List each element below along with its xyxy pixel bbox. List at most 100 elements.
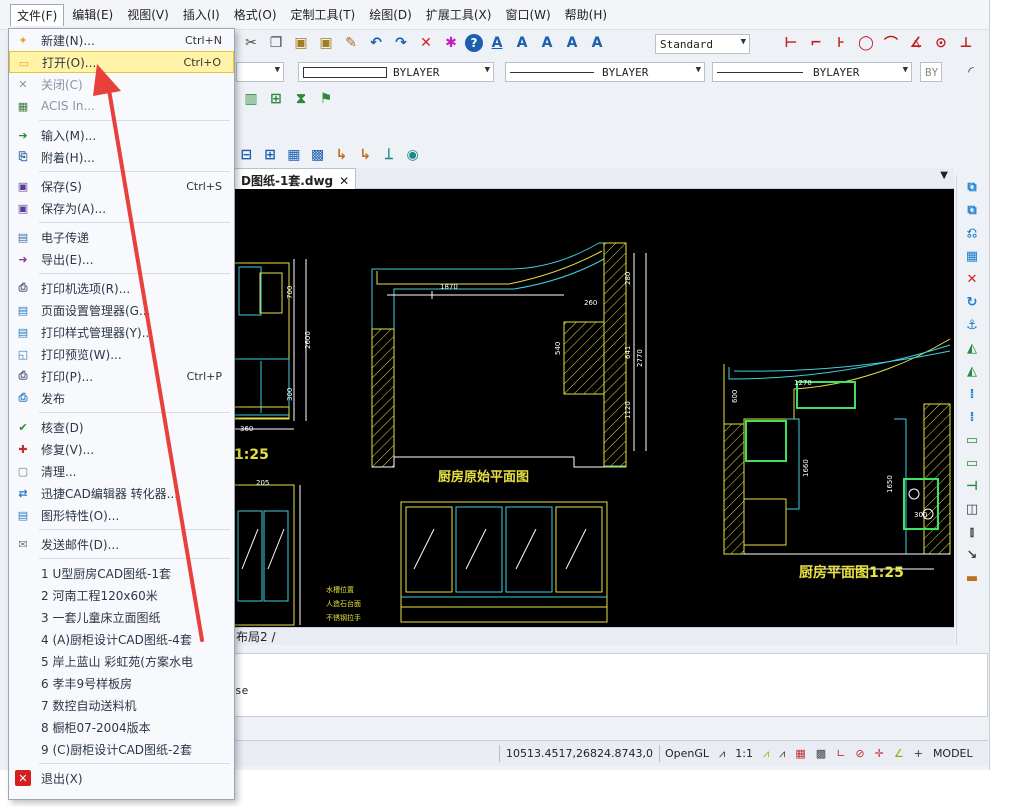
copy-object-icon[interactable]: ⧉ bbox=[960, 176, 984, 198]
lineweight-display-icon[interactable]: + bbox=[909, 747, 928, 760]
command-window[interactable]: se bbox=[234, 653, 988, 717]
break-icon[interactable]: ⫾ bbox=[960, 521, 984, 543]
anchor-icon[interactable]: ⚓ bbox=[960, 314, 984, 336]
file-menu-item[interactable]: ✔ 核查(D) bbox=[9, 416, 234, 438]
file-menu-item[interactable]: ▤ 打印样式管理器(Y)... bbox=[9, 321, 234, 343]
undo-icon[interactable]: ↶ bbox=[365, 32, 387, 54]
view-3d-icon[interactable]: ⟘ bbox=[379, 144, 400, 166]
close-tab-icon[interactable]: ✕ bbox=[339, 174, 349, 188]
text-edit-icon[interactable]: A bbox=[536, 32, 558, 54]
menu-item[interactable]: 视图(V) bbox=[121, 4, 175, 25]
offset-icon[interactable]: ⎌ bbox=[960, 222, 984, 244]
dim-linear-icon[interactable]: ⊢ bbox=[780, 32, 802, 54]
color-combo[interactable]: BYLAYER ▼ bbox=[298, 62, 494, 82]
stretch-icon[interactable]: ▭ bbox=[960, 452, 984, 474]
dim-radius-icon[interactable]: ◯ bbox=[855, 32, 877, 54]
path-array-icon[interactable]: ⁞ bbox=[960, 406, 984, 428]
purge-tool-icon[interactable]: ✱ bbox=[440, 32, 462, 54]
file-menu-item[interactable]: ▣ 保存(S) Ctrl+S bbox=[9, 175, 234, 197]
grid-d-icon[interactable]: ▩ bbox=[307, 144, 328, 166]
model-space-toggle[interactable]: MODEL bbox=[928, 747, 978, 760]
recent-file-item[interactable]: 6 孝丰9号样板房 bbox=[9, 672, 234, 694]
recent-file-item[interactable]: 4 (A)厨柜设计CAD图纸-4套 bbox=[9, 628, 234, 650]
file-menu-item[interactable]: ✉ 发送邮件(D)... bbox=[9, 533, 234, 555]
annotation-scale[interactable]: 1:1 bbox=[730, 747, 758, 760]
rotate-icon[interactable]: ↻ bbox=[960, 291, 984, 313]
dim-ordinate-icon[interactable]: ⊦ bbox=[830, 32, 852, 54]
paste-special-icon[interactable]: ▣ bbox=[315, 32, 337, 54]
recent-file-item[interactable]: 3 一套儿童床立面图纸 bbox=[9, 606, 234, 628]
opengl-toggle[interactable]: OpenGL bbox=[660, 747, 714, 760]
menu-item[interactable]: 帮助(H) bbox=[559, 4, 613, 25]
text-style-combo[interactable]: Standard ▼ bbox=[655, 34, 750, 54]
table-icon[interactable]: ▥ bbox=[240, 88, 262, 110]
drawing-canvas[interactable]: 厨房原始平面图 厨房平面图1:25 1:25 1870 260 280 540 641 2770… bbox=[234, 189, 954, 627]
otrack-icon[interactable]: ∠ bbox=[889, 747, 909, 760]
file-menu-item[interactable]: ▢ 清理... bbox=[9, 460, 234, 482]
text-icon[interactable]: A bbox=[511, 32, 533, 54]
auto-scale-icon[interactable]: ⩘ bbox=[774, 747, 790, 761]
file-menu-item[interactable]: ⇄ 迅捷CAD编辑器 转化器... bbox=[9, 482, 234, 504]
plot-style-combo[interactable]: BY bbox=[920, 62, 942, 82]
ucs-world-icon[interactable]: ↳ bbox=[355, 144, 376, 166]
flag-icon[interactable]: ⚑ bbox=[315, 88, 337, 110]
recent-file-item[interactable]: 7 数控自动送料机 bbox=[9, 694, 234, 716]
file-menu-item[interactable]: ✦ 新建(N)... Ctrl+N bbox=[9, 29, 234, 51]
file-menu-item[interactable]: ▭ 打开(O)... Ctrl+O bbox=[9, 51, 234, 73]
mirror-icon[interactable]: ◭ bbox=[960, 337, 984, 359]
file-menu-item[interactable]: ⎙ 发布 bbox=[9, 387, 234, 409]
recent-file-item[interactable]: 5 岸上蓝山 彩虹苑(方案水电 bbox=[9, 650, 234, 672]
menu-item[interactable]: 编辑(E) bbox=[66, 4, 119, 25]
paste-icon[interactable]: ▣ bbox=[290, 32, 312, 54]
dim-angular-icon[interactable]: ∡ bbox=[905, 32, 927, 54]
match-properties-icon[interactable]: ✎ bbox=[340, 32, 362, 54]
dim-arc-icon[interactable]: ⌒ bbox=[880, 32, 902, 54]
exit-menu-item[interactable]: ✕ 退出(X) bbox=[9, 767, 234, 789]
annotation-visibility-icon[interactable]: ⩘ bbox=[758, 747, 774, 761]
recent-file-item[interactable]: 9 (C)厨柜设计CAD图纸-2套 bbox=[9, 738, 234, 760]
menu-item[interactable]: 定制工具(T) bbox=[285, 4, 362, 25]
menu-item[interactable]: 窗口(W) bbox=[499, 4, 556, 25]
array-icon[interactable]: ▦ bbox=[960, 245, 984, 267]
ortho-icon[interactable]: ∟ bbox=[831, 747, 850, 760]
linetype-combo[interactable]: BYLAYER ▼ bbox=[505, 62, 705, 82]
grid-icon[interactable]: ▩ bbox=[811, 747, 831, 760]
file-menu-item[interactable]: ◱ 打印预览(W)... bbox=[9, 343, 234, 365]
file-menu-item[interactable]: ➔ 输入(M)... bbox=[9, 124, 234, 146]
snap-icon[interactable]: ▦ bbox=[790, 747, 810, 760]
erase-icon[interactable]: ✕ bbox=[960, 268, 984, 290]
file-menu-item[interactable]: ▤ 页面设置管理器(G... bbox=[9, 299, 234, 321]
file-menu-item[interactable]: ⎙ 打印机选项(R)... bbox=[9, 277, 234, 299]
file-menu-item[interactable]: ✚ 修复(V)... bbox=[9, 438, 234, 460]
render-icon[interactable]: ◉ bbox=[402, 144, 423, 166]
tab-list-icon[interactable]: ▼ bbox=[940, 170, 948, 181]
dim-baseline-icon[interactable]: ⊥ bbox=[955, 32, 977, 54]
file-menu-item[interactable]: ▣ 保存为(A)... bbox=[9, 197, 234, 219]
text-find-icon[interactable]: A bbox=[561, 32, 583, 54]
menu-item[interactable]: 文件(F) bbox=[10, 3, 65, 26]
extrude-icon[interactable]: ◫ bbox=[960, 498, 984, 520]
recent-file-item[interactable]: 2 河南工程120x60米 bbox=[9, 584, 234, 606]
ucs-icon[interactable]: ↳ bbox=[331, 144, 352, 166]
fillet-icon[interactable]: ↘ bbox=[960, 544, 984, 566]
delete-icon[interactable]: ✕ bbox=[415, 32, 437, 54]
menu-item[interactable]: 插入(I) bbox=[177, 4, 226, 25]
tab-drawing[interactable]: D图纸-1套.dwg ✕ bbox=[234, 168, 357, 189]
file-menu-item[interactable]: ▤ 图形特性(O)... bbox=[9, 504, 234, 526]
text-style-icon[interactable]: A bbox=[486, 32, 508, 54]
tab-layout2[interactable]: 布局2 bbox=[236, 630, 268, 644]
hourglass-icon[interactable]: ⧗ bbox=[290, 88, 312, 110]
menu-item[interactable]: 绘图(D) bbox=[363, 4, 418, 25]
layer-combo[interactable]: ▼ bbox=[236, 62, 284, 82]
dim-aligned-icon[interactable]: ⌐ bbox=[805, 32, 827, 54]
osnap-icon[interactable]: ✛ bbox=[870, 747, 889, 760]
recent-file-item[interactable]: 1 U型厨房CAD图纸-1套 bbox=[9, 562, 234, 584]
redo-icon[interactable]: ↷ bbox=[390, 32, 412, 54]
cut-icon[interactable]: ✂ bbox=[240, 32, 262, 54]
lineweight-combo[interactable]: BYLAYER ▼ bbox=[712, 62, 912, 82]
move-object-icon[interactable]: ⧉ bbox=[960, 199, 984, 221]
dim-center-icon[interactable]: ⊙ bbox=[930, 32, 952, 54]
file-menu-item[interactable]: ▤ 电子传递 bbox=[9, 226, 234, 248]
annotation-scale-icon[interactable]: ⩘ bbox=[714, 747, 730, 761]
file-menu-item[interactable]: ➜ 导出(E)... bbox=[9, 248, 234, 270]
